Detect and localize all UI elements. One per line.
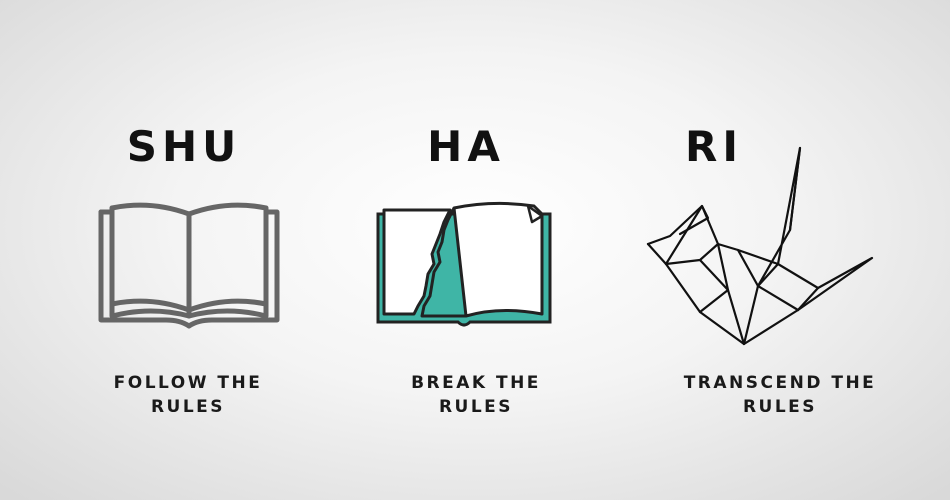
torn-book-icon (376, 201, 552, 327)
ha-caption-line1: BREAK THE (411, 373, 541, 393)
shu-caption-line2: RULES (150, 397, 226, 417)
ha-heading: HA (427, 122, 505, 171)
ri-caption-line2: RULES (742, 397, 818, 417)
ri-caption-line1: TRANSCEND THE (683, 373, 877, 393)
shu-caption-line1: FOLLOW THE (113, 373, 263, 393)
shu-ha-ri-diagram: SHU FOLLOW THE RULES HA BREAK THE RULES … (0, 0, 950, 500)
ri-caption: TRANSCEND THE RULES (650, 371, 910, 419)
shu-heading: SHU (126, 122, 242, 171)
ha-caption-line2: RULES (438, 397, 514, 417)
open-book-icon (98, 202, 280, 329)
ha-caption: BREAK THE RULES (346, 371, 606, 419)
shu-caption: FOLLOW THE RULES (58, 371, 318, 419)
origami-crane-icon (646, 146, 874, 346)
